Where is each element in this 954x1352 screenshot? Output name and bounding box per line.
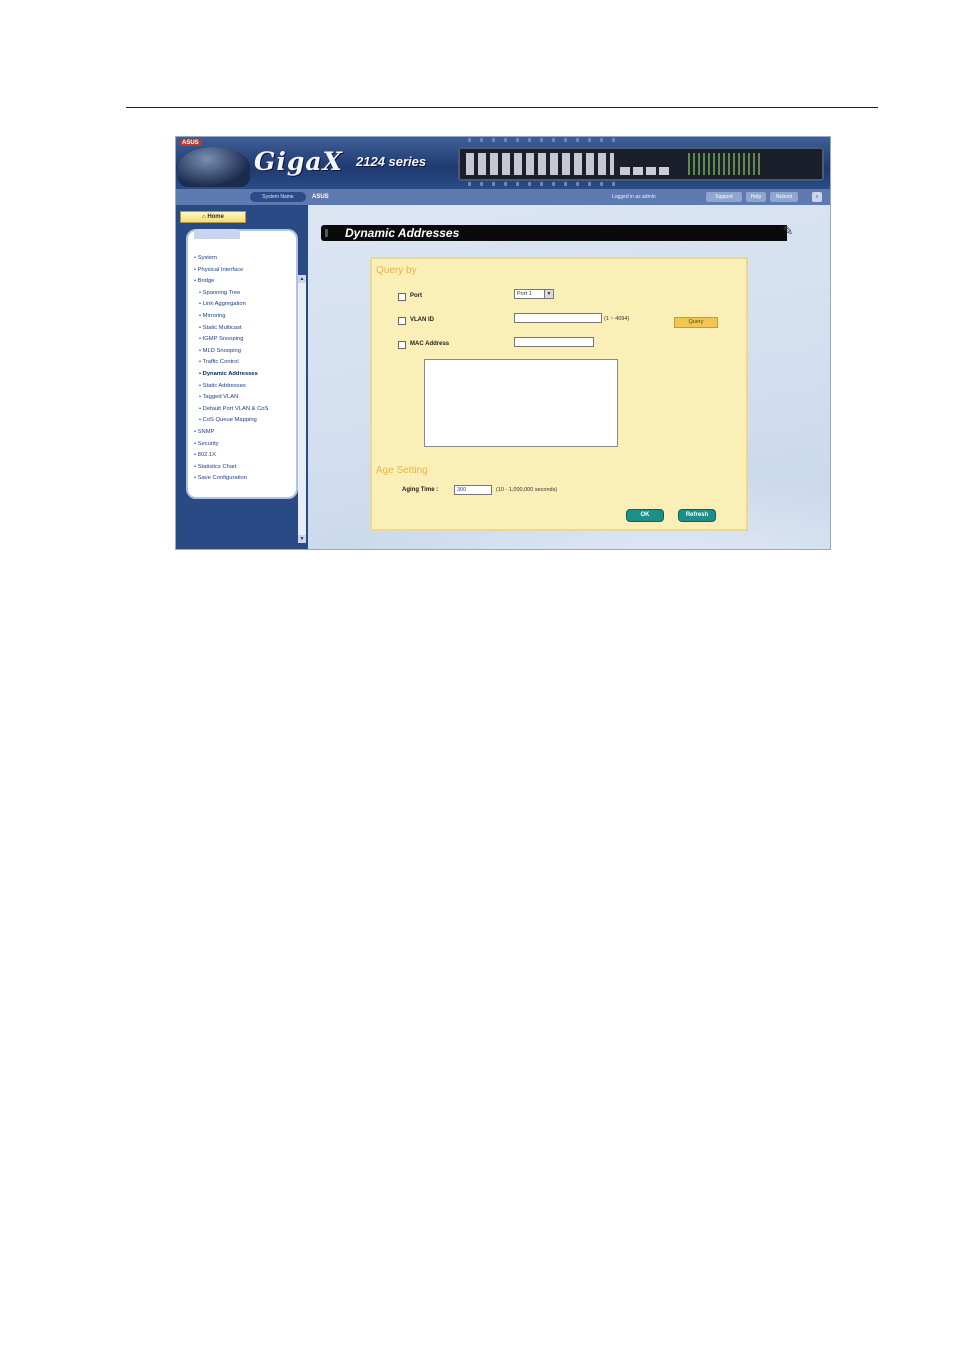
aging-time-label: Aging Time : [402,487,439,493]
header-banner: ASUS GigaX 2124 series [176,137,830,189]
expand-button[interactable]: » [812,192,822,202]
page-title-bar: Dynamic Addresses [321,225,787,241]
vlanid-range-hint: (1 ~ 4094) [604,316,630,322]
sidebar-item[interactable]: • Default Port VLAN & CoS [194,404,268,416]
ok-button[interactable]: OK [626,509,664,522]
sidebar-item[interactable]: • Static Addresses [194,381,268,393]
query-button[interactable]: Query [674,317,718,328]
sidebar-item[interactable]: • Physical Interface [194,265,268,277]
results-list[interactable] [424,359,618,447]
switch-front-panel [458,147,824,181]
nav-panel-tab [194,229,240,239]
sidebar-item[interactable]: • Security [194,439,268,451]
sidebar-item[interactable]: • Tagged VLAN [194,392,268,404]
port-status-dots-bottom [468,182,618,186]
home-button[interactable]: ⌂ Home [180,211,246,223]
vlanid-input[interactable] [514,313,602,323]
main-content: Dynamic Addresses ✎ Query by Port Port 1… [308,205,830,549]
refresh-button[interactable]: Refresh [678,509,716,522]
vlanid-checkbox[interactable] [398,317,406,325]
tools-icon: ✎ [782,223,794,238]
sidebar-item[interactable]: • Bridge [194,276,268,288]
nav-menu: • System • Physical Interface • Bridge • Sp… [194,253,268,485]
sidebar-item[interactable]: • CoS Queue Mapping [194,415,268,427]
port-select-value: Port 1 [517,291,532,297]
scroll-up-icon[interactable]: ▲ [298,275,306,283]
brand-logo: ASUS [180,140,201,146]
sidebar: ⌂ Home • System • Physical Interface • Bri… [176,205,308,549]
port-select[interactable]: Port 1 ▼ [514,289,554,299]
title-marker-icon [325,229,328,237]
top-toolbar: System Name ASUS Logged in as admin Supp… [176,189,830,205]
aging-time-hint: (10 - 1,000,000 seconds) [496,487,558,493]
sidebar-vertical-scrollbar[interactable]: ▲ ▼ [298,275,306,543]
age-setting-title: Age Setting [376,465,428,476]
switch-uplink-ports-icon [620,167,672,175]
dynamic-addresses-form: Query by Port Port 1 ▼ VLAN ID (1 ~ 4094… [370,257,748,531]
sidebar-item[interactable]: • 802.1X [194,450,268,462]
support-button[interactable]: Support [706,192,742,202]
sidebar-item[interactable]: • MLD Snooping [194,346,268,358]
chevron-down-icon[interactable]: ▼ [544,290,553,298]
sidebar-item[interactable]: • SNMP [194,427,268,439]
help-button[interactable]: Help [746,192,766,202]
sidebar-item[interactable]: • Traffic Control [194,357,268,369]
sidebar-item[interactable]: • Spanning Tree [194,288,268,300]
switch-leds-icon [688,153,762,175]
sidebar-item[interactable]: • Save Configuration [194,473,268,485]
system-name-label: System Name [250,192,306,202]
sidebar-item[interactable]: • Mirroring [194,311,268,323]
sidebar-item[interactable]: • Static Multicast [194,323,268,335]
reboot-button[interactable]: Reboot [770,192,798,202]
port-label: Port [410,293,422,299]
sidebar-item[interactable]: • IGMP Snooping [194,334,268,346]
mac-checkbox[interactable] [398,341,406,349]
product-series: 2124 series [356,154,427,169]
mac-address-input[interactable] [514,337,594,347]
logged-in-status: Logged in as admin [612,194,656,200]
sidebar-item[interactable]: • System [194,253,268,265]
sidebar-item[interactable]: • Statistics Chart [194,462,268,474]
screenshot-frame: ASUS GigaX 2124 series System Name ASUS … [175,136,831,550]
switch-ports-icon [466,153,614,175]
aging-time-input[interactable]: 300 [454,485,492,495]
scroll-down-icon[interactable]: ▼ [298,535,306,543]
mac-label: MAC Address [410,341,450,347]
page-header-rule [126,107,878,108]
vlanid-label: VLAN ID [410,317,434,323]
sidebar-item[interactable]: • Link Aggregation [194,299,268,311]
system-name: ASUS [312,194,329,200]
home-label: Home [207,214,224,220]
sidebar-item[interactable]: • Dynamic Addresses [194,369,268,381]
port-status-dots [468,138,618,142]
product-logo: GigaX [254,147,343,176]
page-title: Dynamic Addresses [345,226,460,240]
device-image [178,147,250,187]
query-by-title: Query by [376,265,417,276]
nav-panel: • System • Physical Interface • Bridge • Sp… [186,229,298,499]
port-checkbox[interactable] [398,293,406,301]
